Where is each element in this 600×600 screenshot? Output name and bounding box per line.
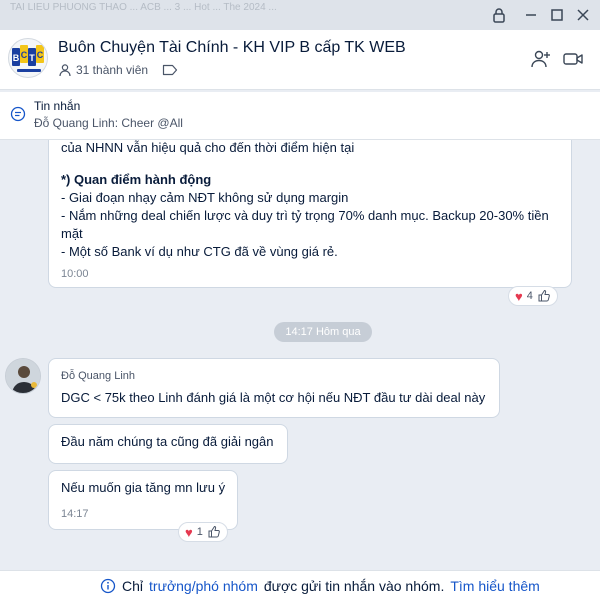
message-line: - Một số Bank ví dụ như CTG đã về vùng g… bbox=[61, 244, 338, 259]
message-bubble-first[interactable]: của NHNN vẫn hiệu quả cho đến thời điểm … bbox=[48, 140, 572, 288]
message-cut-line: của NHNN vẫn hiệu quả cho đến thời điểm … bbox=[61, 140, 355, 155]
message-text: Đầu năm chúng ta cũng đã giải ngân bbox=[61, 434, 274, 449]
sender-name[interactable]: Đỗ Quang Linh bbox=[61, 367, 487, 385]
svg-text:C: C bbox=[37, 50, 44, 60]
group-avatar[interactable]: B C T C bbox=[8, 38, 48, 78]
svg-text:T: T bbox=[29, 53, 35, 63]
composer-disabled-notice: Chỉ trưởng/phó nhóm được gửi tin nhắn và… bbox=[0, 570, 600, 600]
heart-icon: ♥ bbox=[515, 288, 523, 304]
chat-header: B C T C Buôn Chuyện Tài Chính - KH VIP B… bbox=[0, 30, 600, 90]
maximize-icon[interactable] bbox=[548, 6, 566, 24]
video-call-icon[interactable] bbox=[562, 48, 584, 70]
pinned-title: Tin nhắn bbox=[34, 99, 81, 113]
message-bubble-third[interactable]: Đầu năm chúng ta cũng đã giải ngân bbox=[48, 424, 288, 464]
lock-icon[interactable] bbox=[490, 6, 508, 24]
faint-tabs-text: TAI LIEU PHUONG THAO ... ACB ... 3 ... H… bbox=[10, 2, 277, 13]
message-text: Nếu muốn gia tăng mn lưu ý bbox=[61, 480, 226, 495]
reaction-badge[interactable]: ♥ 1 bbox=[178, 522, 228, 542]
svg-text:C: C bbox=[21, 50, 28, 60]
date-separator: 14:17 Hôm qua bbox=[274, 322, 372, 342]
reaction-badge[interactable]: ♥ 4 bbox=[508, 286, 558, 306]
member-info[interactable]: 31 thành viên bbox=[58, 63, 178, 77]
pinned-text: Đỗ Quang Linh: Cheer @All bbox=[34, 116, 183, 130]
tag-icon[interactable] bbox=[162, 64, 178, 76]
like-icon[interactable] bbox=[537, 289, 551, 303]
notice-middle: được gửi tin nhắn vào nhóm. bbox=[263, 578, 445, 594]
member-count: 31 thành viên bbox=[76, 63, 149, 77]
message-icon bbox=[10, 106, 26, 122]
admin-role-link[interactable]: trưởng/phó nhóm bbox=[149, 578, 258, 594]
close-icon[interactable] bbox=[574, 6, 592, 24]
info-icon bbox=[100, 578, 116, 594]
message-heading: *) Quan điểm hành động bbox=[61, 172, 212, 187]
message-line: - Giai đoạn nhạy cảm NĐT không sử dụng m… bbox=[61, 190, 349, 205]
user-icon bbox=[59, 64, 71, 77]
group-logo-icon: B C T C bbox=[12, 45, 44, 72]
reaction-count: 4 bbox=[526, 290, 533, 302]
group-title[interactable]: Buôn Chuyện Tài Chính - KH VIP B cấp TK … bbox=[58, 39, 406, 57]
add-member-icon[interactable] bbox=[530, 48, 552, 70]
message-text: DGC < 75k theo Linh đánh giá là một cơ h… bbox=[61, 390, 486, 405]
message-line: mặt bbox=[61, 226, 83, 241]
message-bubble-second[interactable]: Đỗ Quang Linh DGC < 75k theo Linh đánh g… bbox=[48, 358, 500, 418]
chat-area[interactable]: của NHNN vẫn hiệu quả cho đến thời điểm … bbox=[0, 140, 600, 570]
minimize-icon[interactable] bbox=[522, 6, 540, 24]
person-avatar-icon bbox=[6, 359, 40, 393]
notice-prefix: Chỉ bbox=[122, 578, 144, 594]
title-bar: TAI LIEU PHUONG THAO ... ACB ... 3 ... H… bbox=[0, 0, 600, 30]
message-time: 10:00 bbox=[61, 268, 89, 280]
like-icon[interactable] bbox=[207, 525, 221, 539]
heart-icon: ♥ bbox=[185, 524, 193, 540]
learn-more-link[interactable]: Tìm hiểu thêm bbox=[450, 578, 539, 594]
sender-avatar[interactable] bbox=[5, 358, 41, 394]
message-time: 14:17 bbox=[61, 508, 89, 520]
permission-note: Chỉ trưởng/phó nhóm được gửi tin nhắn và… bbox=[100, 578, 540, 594]
svg-text:B: B bbox=[13, 53, 20, 63]
pinned-message-banner[interactable]: Tin nhắn Đỗ Quang Linh: Cheer @All bbox=[0, 92, 600, 140]
message-line: - Nắm những deal chiến lược và duy trì t… bbox=[61, 208, 549, 223]
message-bubble-fourth[interactable]: Nếu muốn gia tăng mn lưu ý 14:17 bbox=[48, 470, 238, 530]
reaction-count: 1 bbox=[196, 526, 203, 538]
